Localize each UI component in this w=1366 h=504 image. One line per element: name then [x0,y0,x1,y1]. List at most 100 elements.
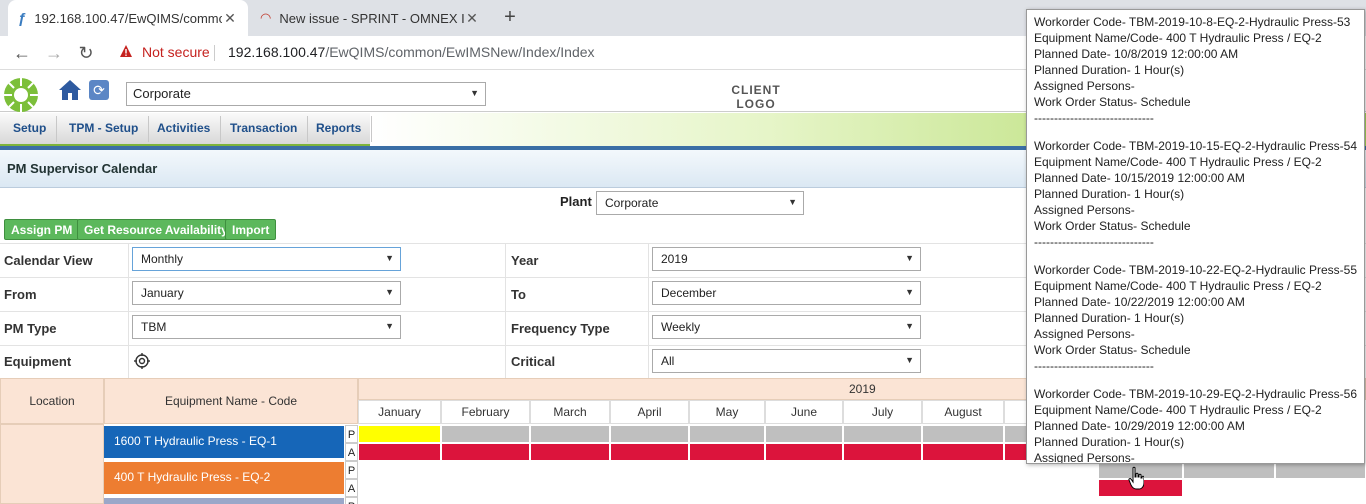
back-arrow-icon[interactable]: ← [10,41,34,65]
equipment-cell-eq1[interactable]: 1600 T Hydraulic Press - EQ-1 [104,426,344,458]
tooltip-spacer [1034,374,1357,386]
location-cell [0,424,104,504]
critical-label: Critical [511,354,556,369]
app-logo-icon[interactable] [2,76,40,114]
forward-arrow-icon[interactable]: → [42,41,66,65]
equipment-picker-icon[interactable] [134,353,150,369]
url-field[interactable]: 192.168.100.47/EwQIMS/common/EwIMSNew/In… [228,44,595,60]
actual-bar-eq1[interactable] [531,444,609,460]
menu-item-reports[interactable]: Reports [306,116,373,142]
sprint-favicon-icon: ◠ [260,10,272,25]
actual-bar-eq1[interactable] [611,444,688,460]
planned-bar-eq1[interactable] [611,426,688,442]
planned-bar-eq2[interactable] [1276,462,1365,478]
planned-bar-eq1[interactable] [766,426,842,442]
actual-bar-eq1[interactable] [690,444,764,460]
site-select[interactable]: Corporate ▼ [126,82,486,106]
browser-tab-inactive[interactable]: ◠ New issue - SPRINT - OMNEX ISS ✕ [250,0,490,36]
planned-bar-eq1[interactable] [923,426,1003,442]
browser-tab-active[interactable]: ƒ 192.168.100.47/EwQIMS/commo ✕ [8,0,248,36]
to-select[interactable]: December ▼ [652,281,921,305]
actual-marker: A [345,479,358,497]
warning-icon[interactable] [119,44,133,58]
hand-cursor-icon [1128,466,1144,490]
year-value: 2019 [661,252,688,266]
critical-select[interactable]: All ▼ [652,349,921,373]
month-header: August [922,400,1004,424]
tooltip-line: Work Order Status- Schedule [1034,343,1191,357]
planned-bar-eq1[interactable] [531,426,609,442]
from-value: January [141,286,184,300]
menu-item-setup[interactable]: Setup [3,116,58,142]
pm-type-select[interactable]: TBM ▼ [132,315,401,339]
menu-item-transaction[interactable]: Transaction [220,116,309,142]
get-resource-availability-button[interactable]: Get Resource Availability [77,219,235,240]
site-select-value: Corporate [133,86,191,101]
actual-bar-eq1[interactable] [766,444,842,460]
chevron-down-icon: ▼ [905,321,914,331]
tooltip-line: Planned Date- 10/22/2019 12:00:00 AM [1034,295,1245,309]
chevron-down-icon: ▼ [385,321,394,331]
plant-label: Plant [560,194,592,209]
tooltip-line: Planned Date- 10/29/2019 12:00:00 AM [1034,419,1245,433]
menu-item-activities[interactable]: Activities [147,116,222,142]
calendar-view-value: Monthly [141,252,184,266]
planned-bar-eq1[interactable] [844,426,921,442]
equipment-header: Equipment Name - Code [104,378,358,424]
close-tab-icon[interactable]: ✕ [222,10,238,27]
tooltip-line: Assigned Persons- [1034,79,1135,93]
calendar-view-label: Calendar View [4,253,93,268]
tooltip-line: Assigned Persons- [1034,203,1135,217]
pm-type-label: PM Type [4,321,57,336]
calendar-view-select[interactable]: Monthly ▼ [132,247,401,271]
tooltip-line: Planned Duration- 1 Hour(s) [1034,63,1185,77]
site-favicon-icon: ƒ [18,9,27,27]
frequency-type-select[interactable]: Weekly ▼ [652,315,921,339]
refresh-icon[interactable]: ⟳ [89,80,109,100]
month-header: March [530,400,610,424]
plant-select[interactable]: Corporate ▼ [596,191,804,215]
tooltip-line: Equipment Name/Code- 400 T Hydraulic Pre… [1034,279,1322,293]
frequency-type-label: Frequency Type [511,321,610,336]
reload-icon[interactable]: ↻ [74,41,98,65]
planned-bar-eq1[interactable] [359,426,440,442]
actual-bar-eq1[interactable] [923,444,1003,460]
tooltip-line: Equipment Name/Code- 400 T Hydraulic Pre… [1034,31,1322,45]
planned-bar-eq1[interactable] [690,426,764,442]
tooltip-line: Work Order Status- Schedule [1034,95,1191,109]
not-secure-label[interactable]: Not secure [142,44,210,60]
actual-bar-eq1[interactable] [359,444,440,460]
url-host: 192.168.100.47 [228,44,326,60]
actual-bar-eq1[interactable] [442,444,529,460]
tooltip-line: Work Order Status- Schedule [1034,219,1191,233]
close-tab-icon[interactable]: ✕ [464,10,480,27]
equipment-cell-eq2[interactable]: 400 T Hydraulic Press - EQ-2 [104,462,344,494]
new-tab-icon[interactable]: + [498,6,522,30]
month-header: February [441,400,530,424]
location-header: Location [0,378,104,424]
menu-item-tpm-setup[interactable]: TPM - Setup [59,116,150,142]
tooltip-line: Assigned Persons- [1034,451,1135,464]
tooltip-line: Planned Duration- 1 Hour(s) [1034,311,1185,325]
planned-bar-eq1[interactable] [442,426,529,442]
chevron-down-icon: ▼ [788,197,797,207]
year-select[interactable]: 2019 ▼ [652,247,921,271]
month-header: May [689,400,765,424]
to-label: To [511,287,526,302]
equipment-name: 400 T Hydraulic Press - EQ-2 [114,470,271,484]
assign-pm-button[interactable]: Assign PM [4,219,80,240]
actual-marker: A [345,443,358,461]
home-icon[interactable] [58,78,82,102]
pm-type-value: TBM [141,320,167,334]
tooltip-line: Workorder Code- TBM-2019-10-22-EQ-2-Hydr… [1034,263,1358,277]
tooltip-line: Assigned Persons- [1034,327,1135,341]
divider [128,243,129,378]
from-select[interactable]: January ▼ [132,281,401,305]
chevron-down-icon: ▼ [905,287,914,297]
chevron-down-icon: ▼ [385,287,394,297]
actual-bar-eq1[interactable] [844,444,921,460]
planned-bar-eq2[interactable] [1184,462,1274,478]
url-path: /EwQIMS/common/EwIMSNew/Index/Index [325,44,595,60]
month-header: April [610,400,689,424]
import-button[interactable]: Import [225,219,277,240]
